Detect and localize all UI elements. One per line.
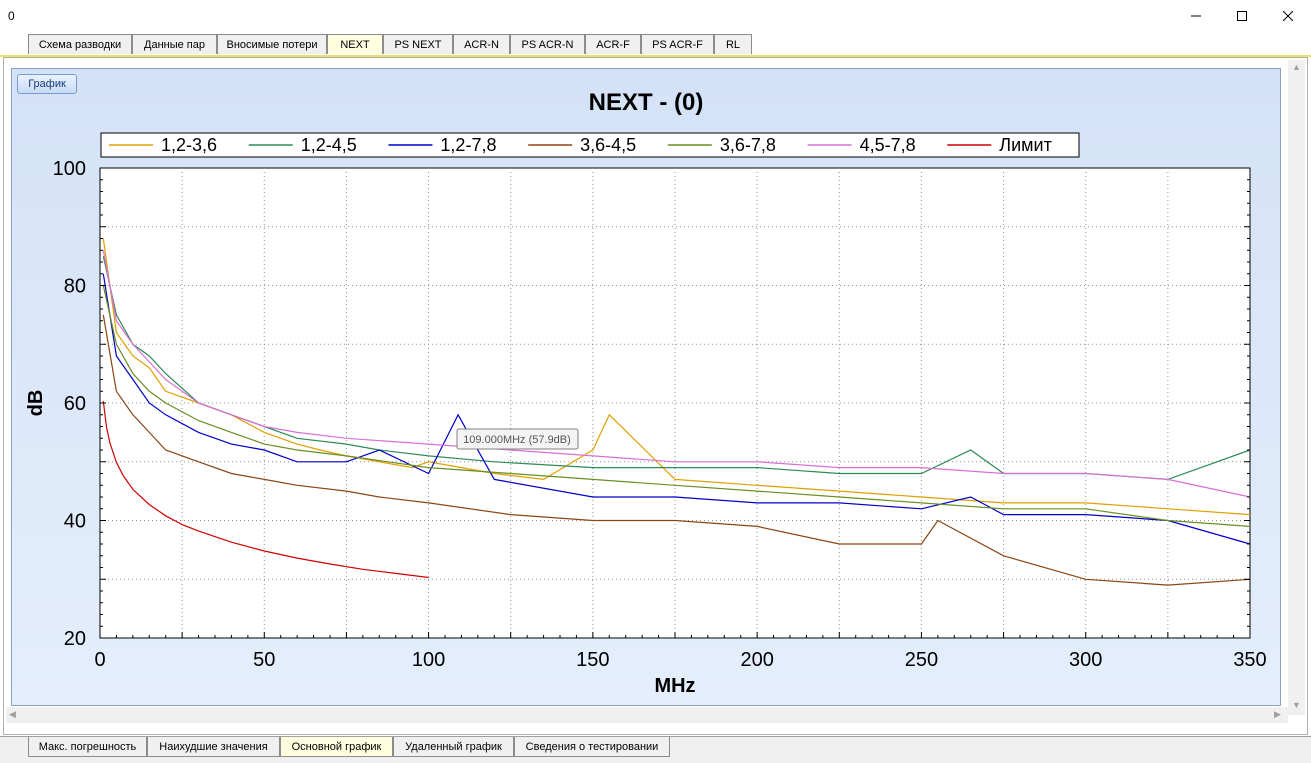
- tab-main-graph[interactable]: Основной график: [280, 737, 393, 757]
- tooltip: 109.000MHz (57.9dB): [456, 428, 579, 450]
- x-tick-label: 300: [1069, 649, 1102, 671]
- legend-label: 1,2-3,6: [161, 135, 217, 155]
- tab-max-error[interactable]: Макс. погрешность: [28, 737, 147, 757]
- next-chart: 0 50 100 150 200 250 300 350 20 40 60 80 100 NEXT - …: [25, 89, 1267, 697]
- legend-label: 1,2-4,5: [301, 135, 357, 155]
- y-tick-label: 60: [64, 393, 86, 415]
- x-tick-label: 100: [412, 649, 445, 671]
- tab-test-info[interactable]: Сведения о тестировании: [514, 737, 670, 757]
- legend-label: 4,5-7,8: [860, 135, 916, 155]
- y-tick-label: 40: [64, 511, 86, 533]
- bottom-tab-strip: Макс. погрешность Наихудшие значения Осн…: [0, 736, 1311, 763]
- tab-remote-graph[interactable]: Удаленный график: [393, 737, 514, 757]
- x-tick-label: 250: [905, 649, 938, 671]
- x-tick-label: 150: [576, 649, 609, 671]
- tooltip-text: 109.000MHz (57.9dB): [463, 434, 571, 446]
- chart-title: NEXT - (0): [589, 89, 704, 116]
- x-tick-label: 200: [740, 649, 773, 671]
- x-tick-label: 0: [94, 649, 105, 671]
- tab-worst-values[interactable]: Наихудшие значения: [147, 737, 280, 757]
- x-axis-label: MHz: [654, 675, 695, 697]
- y-tick-label: 80: [64, 276, 86, 298]
- y-tick-label: 100: [53, 158, 86, 180]
- legend-label: 3,6-7,8: [720, 135, 776, 155]
- x-tick-label: 50: [253, 649, 275, 671]
- legend-label: Лимит: [999, 135, 1052, 155]
- legend: 1,2-3,6 1,2-4,5 1,2-7,8 3,6-4,5 3,6-7,8 4,5-7…: [100, 132, 1080, 158]
- legend-label: 1,2-7,8: [440, 135, 496, 155]
- y-tick-label: 20: [64, 628, 86, 650]
- legend-label: 3,6-4,5: [580, 135, 636, 155]
- x-tick-label: 350: [1233, 649, 1266, 671]
- y-axis-label: dB: [25, 390, 47, 417]
